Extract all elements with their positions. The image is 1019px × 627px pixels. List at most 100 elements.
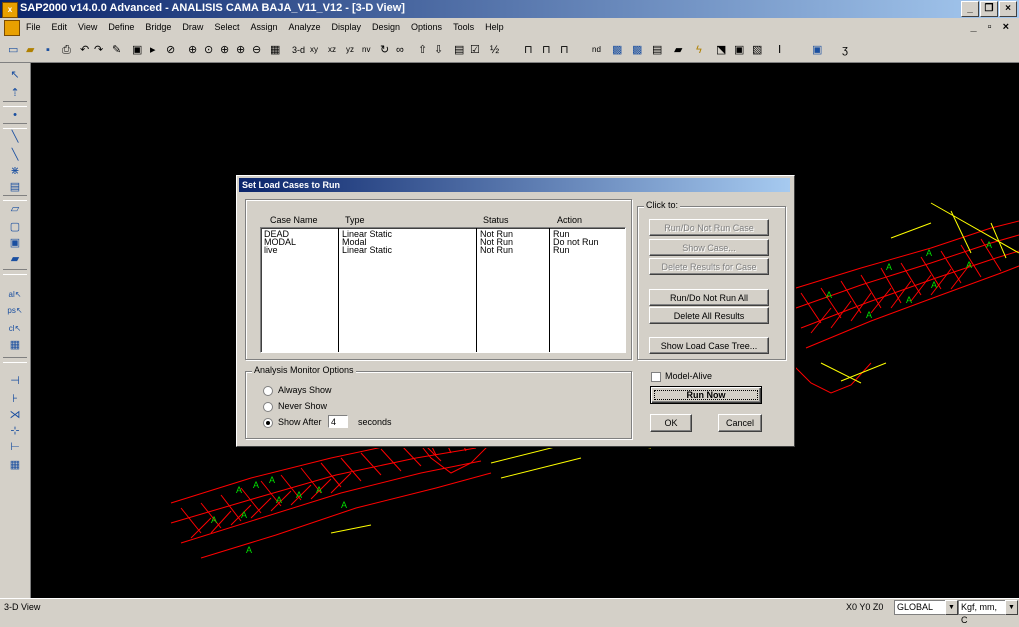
new-model-icon[interactable]: ▭ (8, 42, 18, 58)
view-nv-button[interactable]: nv (362, 42, 370, 58)
lightning-icon[interactable]: ϟ (696, 42, 702, 58)
run-now-button[interactable]: Run Now (650, 386, 762, 404)
draw-poly-area-icon[interactable]: ▱ (7, 201, 23, 217)
menu-options[interactable]: Options (411, 22, 442, 32)
deformed-shape-icon[interactable]: ▰ (674, 42, 682, 58)
cancel-button[interactable]: Cancel (718, 414, 762, 432)
frame-icon[interactable]: ⊓ (524, 42, 533, 58)
minimize-button[interactable]: _ (961, 1, 979, 17)
previous-select-icon[interactable]: ps↖ (7, 303, 23, 319)
menu-help[interactable]: Help (485, 22, 504, 32)
close-button[interactable]: × (999, 1, 1017, 17)
show-after-seconds-input[interactable]: 4 (328, 415, 348, 428)
rubber-band-zoom-icon[interactable]: ⊘ (166, 42, 175, 58)
never-show-radio[interactable] (263, 402, 273, 412)
menu-tools[interactable]: Tools (453, 22, 474, 32)
coord-system-select[interactable]: GLOBAL (894, 600, 946, 615)
view-xy-button[interactable]: xy (310, 42, 318, 58)
menu-define[interactable]: Define (108, 22, 134, 32)
open-icon[interactable]: ▰ (26, 42, 34, 58)
pan-icon[interactable]: ▦ (270, 42, 280, 58)
snap-grid-icon[interactable]: ▦ (7, 457, 23, 473)
spring-icon[interactable]: ʒ (842, 42, 848, 58)
snap-intersections-icon[interactable]: ⋊ (7, 407, 23, 423)
show-after-radio[interactable] (263, 418, 273, 428)
show-load-case-tree-button[interactable]: Show Load Case Tree... (649, 337, 769, 354)
view-yz-button[interactable]: yz (346, 42, 354, 58)
move-up-icon[interactable]: ⇧ (418, 42, 427, 58)
zoom-window-icon[interactable]: ⊕ (188, 42, 197, 58)
undo-icon[interactable]: ↶ (80, 42, 89, 58)
run-do-not-run-all-button[interactable]: Run/Do Not Run All (649, 289, 769, 306)
chevron-down-icon[interactable]: ▼ (945, 600, 958, 615)
snap-points-icon[interactable]: ⊣ (7, 373, 23, 389)
previous-zoom-icon[interactable]: ⊕ (220, 42, 229, 58)
always-show-radio[interactable] (263, 386, 273, 396)
delete-results-for-case-button[interactable]: Delete Results for Case (649, 258, 769, 275)
set-display-options-icon[interactable]: ☑ (470, 42, 480, 58)
menu-design[interactable]: Design (372, 22, 400, 32)
menu-file[interactable]: File (26, 22, 41, 32)
lock-icon[interactable]: ▣ (132, 42, 142, 58)
list-item[interactable]: live (264, 246, 278, 255)
chevron-down-icon[interactable]: ▼ (1005, 600, 1018, 615)
document-icon[interactable] (4, 20, 20, 36)
quick-frame-icon[interactable]: ╲ (7, 147, 23, 163)
snap-perpendicular-icon[interactable]: ⊹ (7, 423, 23, 439)
print-icon[interactable]: ⎙ (62, 42, 71, 58)
fraction-icon[interactable]: ½ (490, 42, 499, 58)
view-xz-button[interactable]: xz (328, 42, 336, 58)
restore-full-view-icon[interactable]: ⊙ (204, 42, 213, 58)
view-3d-button[interactable]: 3-d (292, 42, 305, 58)
document-window-buttons[interactable]: _ ▫ × (970, 21, 1013, 33)
menu-select[interactable]: Select (214, 22, 239, 32)
delete-all-results-button[interactable]: Delete All Results (649, 307, 769, 324)
menu-draw[interactable]: Draw (182, 22, 203, 32)
draw-link-icon[interactable]: ▤ (7, 179, 23, 195)
pointer-icon[interactable]: ↖ (7, 67, 23, 83)
clear-selection-icon[interactable]: cl↖ (7, 321, 23, 337)
section-icon[interactable]: Ⅰ (778, 42, 781, 58)
run-analysis-icon[interactable]: ▸ (150, 42, 156, 58)
draw-solid-icon[interactable]: ▰ (7, 251, 23, 267)
draw-joint-icon[interactable]: • (7, 107, 23, 123)
menu-edit[interactable]: Edit (52, 22, 68, 32)
restore-button[interactable]: ❐ (980, 1, 998, 17)
display-joints-icon[interactable]: ▩ (612, 42, 622, 58)
zoom-out-icon[interactable]: ⊖ (252, 42, 261, 58)
units-select[interactable]: Kgf, mm, C (958, 600, 1006, 625)
save-icon[interactable]: ▪ (46, 42, 50, 58)
nd-button[interactable]: nd (592, 42, 601, 58)
menu-assign[interactable]: Assign (250, 22, 277, 32)
area-icon[interactable]: ▣ (812, 42, 822, 58)
select-all-icon[interactable]: al↖ (7, 287, 23, 303)
model-alive-checkbox[interactable] (651, 372, 661, 382)
design-icon[interactable]: ⬔ (716, 42, 726, 58)
reshaper-icon[interactable]: ⇡ (7, 85, 23, 101)
draw-rect-area-icon[interactable]: ▢ (7, 219, 23, 235)
run-do-not-run-case-button[interactable]: Run/Do Not Run Case (649, 219, 769, 236)
menu-view[interactable]: View (78, 22, 97, 32)
object-shrink-icon[interactable]: ▤ (454, 42, 464, 58)
move-down-icon[interactable]: ⇩ (434, 42, 443, 58)
menu-display[interactable]: Display (332, 22, 362, 32)
section-designer-icon[interactable]: ▧ (752, 42, 762, 58)
snap-ends-icon[interactable]: ⊦ (7, 391, 23, 407)
frame-grid-icon[interactable]: ⊓ (542, 42, 551, 58)
display-forces-icon[interactable]: ▤ (652, 42, 662, 58)
snap-lines-icon[interactable]: ⊢ (7, 439, 23, 455)
ok-button[interactable]: OK (650, 414, 692, 432)
check-design-icon[interactable]: ▣ (734, 42, 744, 58)
show-case-button[interactable]: Show Case... (649, 239, 769, 256)
perspective-icon[interactable]: ∞ (396, 42, 404, 58)
zoom-in-icon[interactable]: ⊕ (236, 42, 245, 58)
load-cases-list[interactable]: DEAD Linear Static Not Run Run MODAL Mod… (260, 227, 626, 353)
truss-icon[interactable]: ⊓ (560, 42, 569, 58)
quick-area-icon[interactable]: ▣ (7, 235, 23, 251)
pencil-icon[interactable]: ✎ (112, 42, 121, 58)
menu-bridge[interactable]: Bridge (145, 22, 171, 32)
draw-frame-icon[interactable]: ╲ (7, 129, 23, 145)
display-loads-icon[interactable]: ▩ (632, 42, 642, 58)
redo-icon[interactable]: ↷ (94, 42, 103, 58)
intersecting-line-select-icon[interactable]: ▦ (7, 337, 23, 353)
